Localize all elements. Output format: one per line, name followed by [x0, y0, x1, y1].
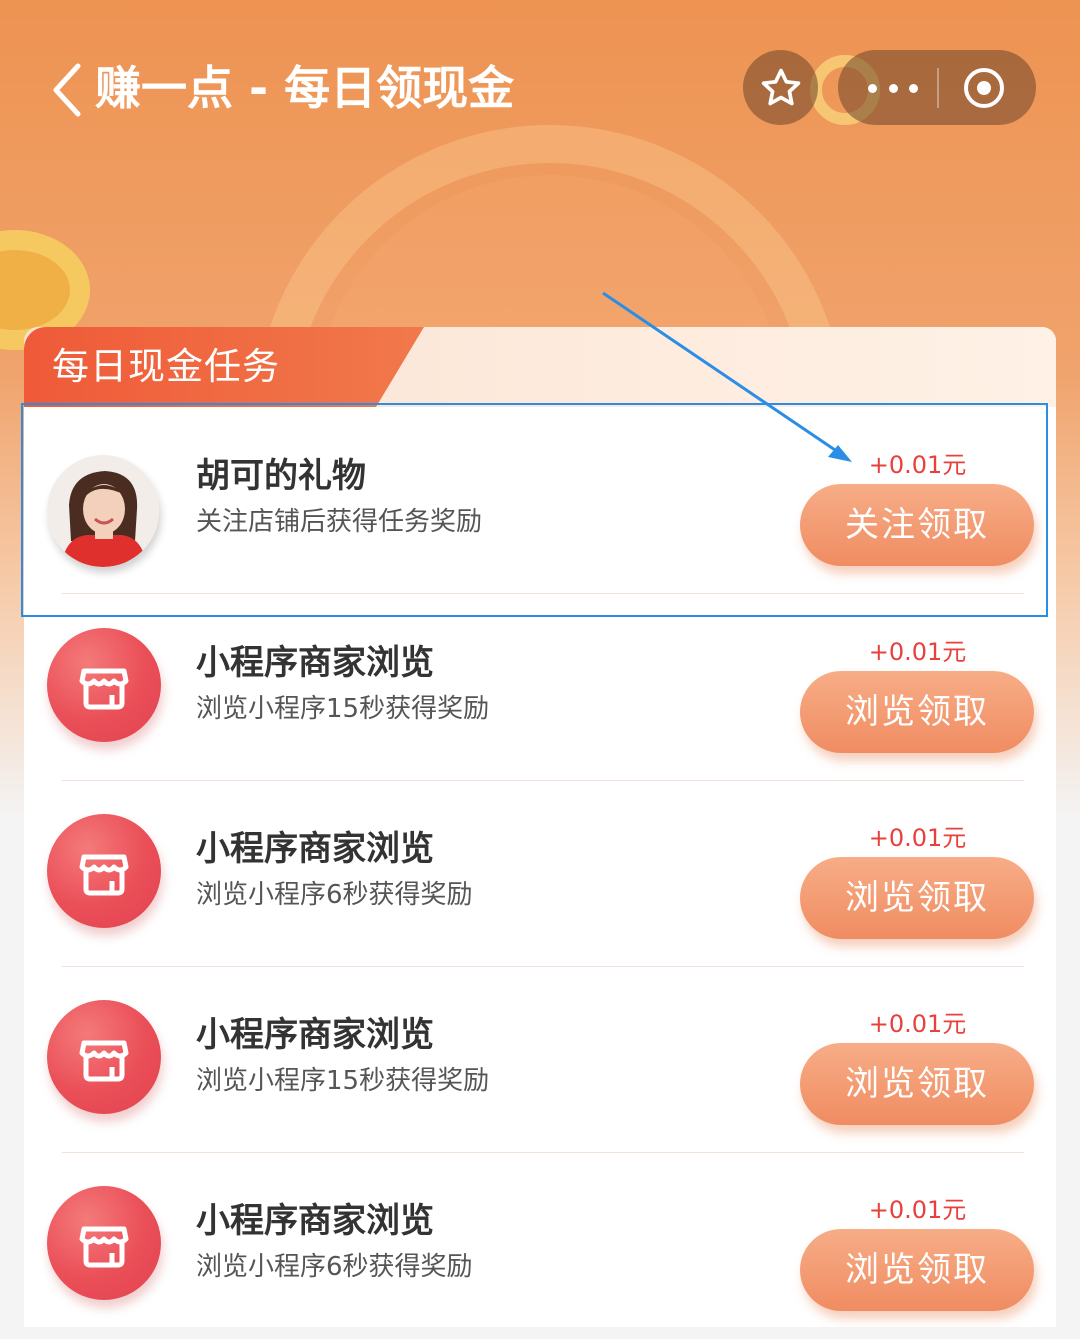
annotation-arrow-icon [602, 291, 852, 462]
